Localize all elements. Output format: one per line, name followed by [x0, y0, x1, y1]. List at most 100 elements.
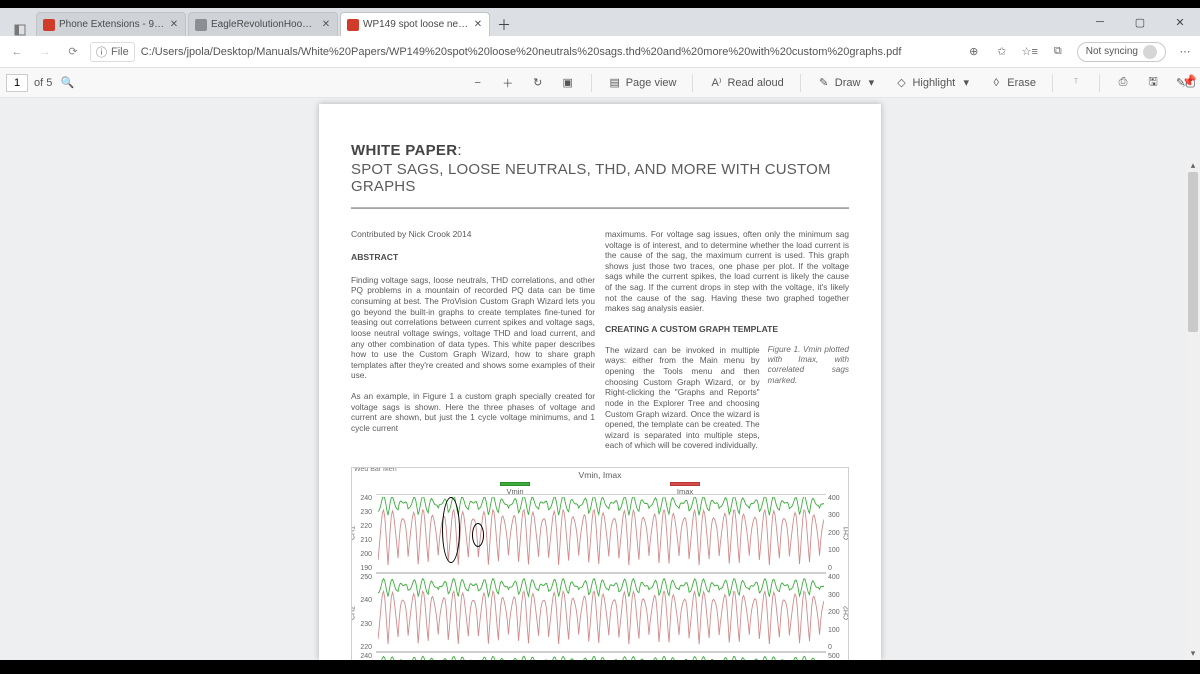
- star-favorite-icon[interactable]: ✩: [993, 45, 1011, 58]
- save-button[interactable]: 🖫: [1142, 71, 1164, 94]
- chart-traces: [378, 655, 824, 660]
- left-axis-ticks: 240 230: [354, 653, 372, 660]
- body-columns: Contributed by Nick Crook 2014 ABSTRACT …: [351, 229, 849, 461]
- pen-icon: ✎: [817, 76, 831, 89]
- tab-label: WP149 spot loose neutrals sags: [363, 19, 469, 30]
- left-axis-ticks: 240 230 220 210 200 190: [354, 495, 372, 572]
- continuation-paragraph: maximums. For voltage sag issues, often …: [605, 229, 849, 314]
- section-heading: CREATING A CUSTOM GRAPH TEMPLATE: [605, 324, 849, 335]
- refresh-button[interactable]: ⟳: [62, 41, 84, 63]
- close-icon[interactable]: ✕: [473, 19, 483, 30]
- page-number-input[interactable]: [6, 74, 28, 92]
- sag-annotation-small: [472, 523, 484, 547]
- chart-title: Vmin, Imax: [352, 470, 848, 480]
- zoom-in-button[interactable]: ＋: [497, 73, 519, 93]
- maximize-button[interactable]: ▢: [1120, 8, 1160, 36]
- abstract-paragraph: Finding voltage sags, loose neutrals, TH…: [351, 275, 595, 381]
- collections-icon[interactable]: ⧉: [1049, 45, 1067, 58]
- abstract-heading: ABSTRACT: [351, 252, 595, 263]
- fit-page-button[interactable]: ▣: [557, 74, 579, 91]
- chart-pane-ch3: CH3 CH3 240 230 500 400 300 200: [376, 652, 826, 660]
- highlight-label: Highlight: [912, 77, 955, 89]
- scroll-down-icon[interactable]: ▾: [1186, 646, 1200, 660]
- example-paragraph: As an example, in Figure 1 a custom grap…: [351, 391, 595, 433]
- rotate-button[interactable]: ↻: [527, 74, 549, 91]
- close-window-button[interactable]: ✕: [1160, 8, 1200, 36]
- info-icon: ⓘ: [96, 44, 107, 60]
- avatar-icon: [1143, 45, 1157, 59]
- page-view-icon: ▤: [608, 76, 622, 89]
- chevron-down-icon: ▾: [959, 76, 973, 89]
- column-left: Contributed by Nick Crook 2014 ABSTRACT …: [351, 229, 595, 461]
- new-tab-button[interactable]: ＋: [492, 14, 516, 36]
- zoom-icon[interactable]: ⊕: [965, 45, 983, 58]
- minimize-button[interactable]: ─: [1080, 8, 1120, 36]
- page-view-button[interactable]: ▤ Page view: [604, 74, 681, 91]
- right-axis-ticks: 400 300 200 100 0: [828, 495, 846, 572]
- draw-label: Draw: [835, 77, 861, 89]
- sync-label: Not syncing: [1086, 46, 1138, 57]
- close-icon[interactable]: ✕: [321, 19, 331, 30]
- address-bar: ← → ⟳ ⓘ File C:/Users/jpola/Desktop/Manu…: [0, 36, 1200, 68]
- erase-label: Erase: [1007, 77, 1036, 89]
- tab-wp149[interactable]: WP149 spot loose neutrals sags ✕: [340, 12, 490, 36]
- page-view-label: Page view: [626, 77, 677, 89]
- sag-annotation-large: [442, 497, 460, 563]
- scroll-up-icon[interactable]: ▴: [1186, 158, 1200, 172]
- tab-label: EagleRevolutionHookupDiagram: [211, 19, 317, 30]
- chart-breadcrumb: Wed Bar Men: [354, 467, 397, 473]
- tab-eagle-diagram[interactable]: EagleRevolutionHookupDiagram ✕: [188, 12, 338, 36]
- url-field[interactable]: C:/Users/jpola/Desktop/Manuals/White%20P…: [141, 46, 959, 58]
- window-controls: ─ ▢ ✕: [1080, 8, 1200, 36]
- profile-sync-button[interactable]: Not syncing: [1077, 42, 1166, 62]
- pdf-icon: [43, 19, 55, 31]
- more-menu-icon[interactable]: ⋯: [1176, 45, 1194, 58]
- page-subtitle: SPOT SAGS, LOOSE NEUTRALS, THD, AND MORE…: [351, 161, 849, 195]
- tab-strip: Phone Extensions - 9.10.21.pdf ✕ EagleRe…: [0, 8, 1200, 36]
- legend-swatch-green: [500, 482, 530, 486]
- print-button[interactable]: ⎙: [1112, 74, 1134, 91]
- url-scheme-label: File: [111, 46, 129, 58]
- read-aloud-label: Read aloud: [727, 77, 783, 89]
- close-icon[interactable]: ✕: [169, 19, 179, 30]
- right-axis-ticks: 500 400 300 200: [828, 653, 846, 660]
- url-scheme-badge[interactable]: ⓘ File: [90, 42, 135, 62]
- chart-pane-ch2: CH2 CH2 250 240 230 220 400 300 200 1: [376, 573, 826, 652]
- tab-actions-icon[interactable]: [6, 24, 34, 36]
- page-title: WHITE PAPER:: [351, 142, 849, 159]
- contributor-line: Contributed by Nick Crook 2014: [351, 229, 595, 240]
- address-right-controls: ⊕ ✩ ☆≡ ⧉ Not syncing ⋯: [965, 42, 1194, 62]
- chevron-down-icon: ▾: [864, 76, 878, 89]
- eraser-icon: ◊: [989, 77, 1003, 89]
- tab-label: Phone Extensions - 9.10.21.pdf: [59, 19, 165, 30]
- right-axis-ticks: 400 300 200 100 0: [828, 574, 846, 651]
- tab-phone-extensions[interactable]: Phone Extensions - 9.10.21.pdf ✕: [36, 12, 186, 36]
- highlight-button[interactable]: ◇ Highlight ▾: [890, 74, 977, 91]
- draw-button[interactable]: ✎ Draw ▾: [813, 74, 883, 91]
- read-aloud-button[interactable]: A⁾ Read aloud: [705, 74, 787, 91]
- favorites-bar-icon[interactable]: ☆≡: [1021, 45, 1039, 58]
- chart-panes: CH1 CH1 240 230 220 210 200 190 400 3: [376, 494, 826, 660]
- chart-pane-ch1: CH1 CH1 240 230 220 210 200 190 400 3: [376, 494, 826, 573]
- pdf-viewport[interactable]: WHITE PAPER: SPOT SAGS, LOOSE NEUTRALS, …: [0, 98, 1200, 660]
- zoom-out-button[interactable]: −: [467, 75, 489, 91]
- scroll-thumb[interactable]: [1188, 172, 1198, 332]
- pin-toolbar-icon[interactable]: 📌: [1180, 72, 1198, 90]
- file-icon: [195, 19, 207, 31]
- forward-button[interactable]: →: [34, 41, 56, 63]
- pdf-toolbar: of 5 🔍 − ＋ ↻ ▣ ▤ Page view A⁾ Read aloud…: [0, 68, 1200, 98]
- browser-window: Phone Extensions - 9.10.21.pdf ✕ EagleRe…: [0, 8, 1200, 660]
- text-tool-button[interactable]: ᵀ: [1065, 75, 1087, 91]
- column-right: maximums. For voltage sag issues, often …: [605, 229, 849, 461]
- back-button[interactable]: ←: [6, 41, 28, 63]
- pdf-icon: [347, 19, 359, 31]
- pdf-page: WHITE PAPER: SPOT SAGS, LOOSE NEUTRALS, …: [319, 104, 881, 660]
- erase-button[interactable]: ◊ Erase: [985, 75, 1040, 91]
- vertical-scrollbar[interactable]: ▴ ▾: [1186, 158, 1200, 660]
- highlighter-icon: ◇: [894, 76, 908, 89]
- left-axis-ticks: 250 240 230 220: [354, 574, 372, 651]
- chart-traces: [378, 576, 824, 649]
- wizard-paragraph: The wizard can be invoked in multiple wa…: [605, 345, 760, 451]
- read-aloud-icon: A⁾: [709, 76, 723, 89]
- search-icon[interactable]: 🔍: [58, 76, 76, 89]
